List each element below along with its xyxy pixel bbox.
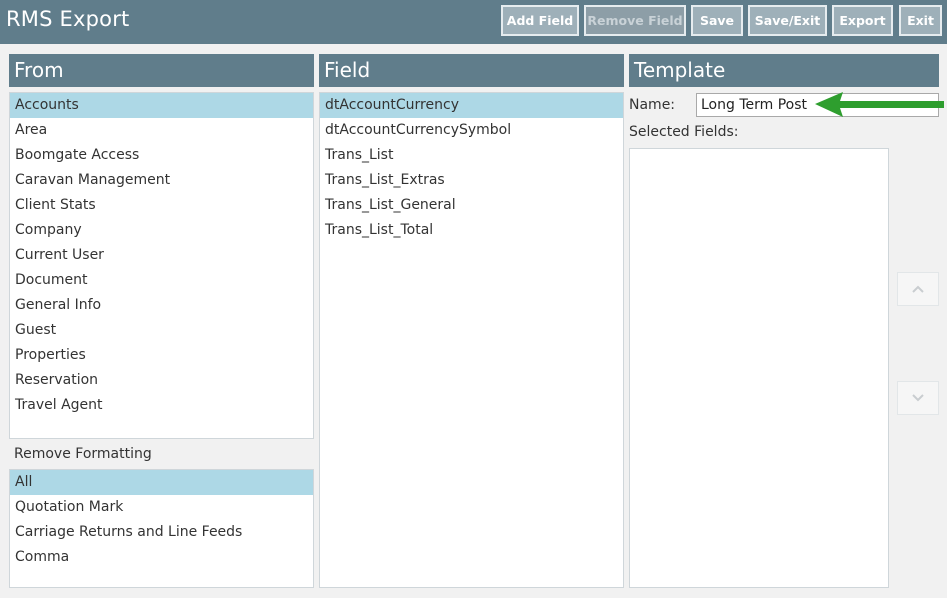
- from-list[interactable]: Accounts Area Boomgate Access Caravan Manag…: [9, 92, 314, 439]
- from-list-item[interactable]: Boomgate Access: [10, 143, 313, 168]
- save-button[interactable]: Save: [691, 5, 743, 36]
- from-list-item[interactable]: Document: [10, 268, 313, 293]
- from-list-item[interactable]: Company: [10, 218, 313, 243]
- field-list-item[interactable]: Trans_List_General: [320, 193, 623, 218]
- selected-fields-label: Selected Fields:: [629, 124, 739, 140]
- remove-formatting-label: Remove Formatting: [14, 446, 152, 462]
- from-list-item[interactable]: Guest: [10, 318, 313, 343]
- remove-field-button[interactable]: Remove Field: [584, 5, 686, 36]
- top-bar: RMS Export Add Field Remove Field Save S…: [0, 0, 947, 44]
- from-list-item[interactable]: Reservation: [10, 368, 313, 393]
- from-list-item[interactable]: Travel Agent: [10, 393, 313, 418]
- field-list-item[interactable]: Trans_List_Extras: [320, 168, 623, 193]
- template-header: Template: [629, 54, 939, 87]
- add-field-button[interactable]: Add Field: [501, 5, 579, 36]
- field-list-item[interactable]: dtAccountCurrency: [320, 93, 623, 118]
- formatting-list-item[interactable]: Comma: [10, 545, 313, 570]
- remove-formatting-list[interactable]: All Quotation Mark Carriage Returns and Li…: [9, 469, 314, 588]
- exit-button[interactable]: Exit: [899, 5, 942, 36]
- formatting-list-item[interactable]: Carriage Returns and Line Feeds: [10, 520, 313, 545]
- from-list-item[interactable]: Caravan Management: [10, 168, 313, 193]
- save-exit-button[interactable]: Save/Exit: [748, 5, 827, 36]
- from-list-item[interactable]: Current User: [10, 243, 313, 268]
- chevron-up-icon: [912, 285, 924, 293]
- from-list-item[interactable]: Accounts: [10, 93, 313, 118]
- name-label: Name:: [629, 97, 676, 113]
- app-title: RMS Export: [6, 7, 130, 31]
- from-list-item[interactable]: Client Stats: [10, 193, 313, 218]
- from-list-item[interactable]: Properties: [10, 343, 313, 368]
- formatting-list-item[interactable]: All: [10, 470, 313, 495]
- chevron-down-icon: [912, 394, 924, 402]
- from-list-item[interactable]: General Info: [10, 293, 313, 318]
- green-arrow-icon: [815, 92, 944, 117]
- formatting-list-item[interactable]: Quotation Mark: [10, 495, 313, 520]
- from-list-item[interactable]: Area: [10, 118, 313, 143]
- from-header: From: [9, 54, 314, 87]
- field-list-item[interactable]: dtAccountCurrencySymbol: [320, 118, 623, 143]
- move-down-button[interactable]: [897, 381, 939, 415]
- field-header: Field: [319, 54, 624, 87]
- field-list[interactable]: dtAccountCurrency dtAccountCurrencySymbol…: [319, 92, 624, 588]
- selected-fields-list[interactable]: [629, 148, 889, 588]
- field-list-item[interactable]: Trans_List: [320, 143, 623, 168]
- export-button[interactable]: Export: [832, 5, 893, 36]
- field-list-item[interactable]: Trans_List_Total: [320, 218, 623, 243]
- move-up-button[interactable]: [897, 272, 939, 306]
